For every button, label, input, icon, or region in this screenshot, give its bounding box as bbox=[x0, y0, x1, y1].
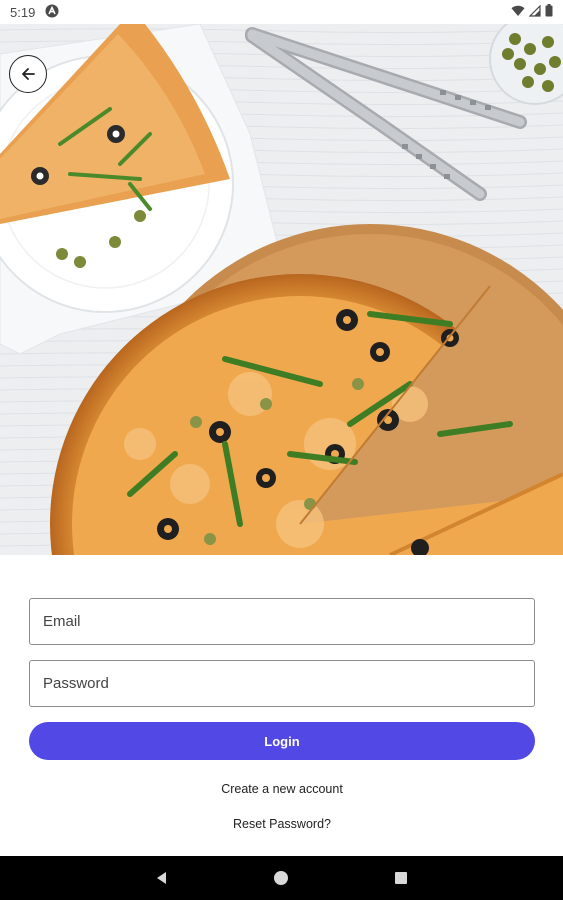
status-bar: 5:19 bbox=[0, 0, 563, 24]
system-nav-bar bbox=[0, 856, 563, 900]
login-button[interactable]: Login bbox=[29, 722, 535, 760]
password-field[interactable] bbox=[29, 660, 535, 707]
arrow-left-icon bbox=[20, 66, 36, 82]
battery-icon bbox=[545, 4, 553, 20]
recents-square-icon[interactable] bbox=[392, 869, 410, 887]
email-field[interactable] bbox=[29, 598, 535, 645]
password-input[interactable] bbox=[43, 675, 521, 692]
create-account-link[interactable]: Create a new account bbox=[29, 782, 535, 796]
notification-icon bbox=[45, 4, 59, 21]
pizza-photo bbox=[0, 24, 563, 555]
signal-icon bbox=[528, 4, 541, 20]
login-form: Login Create a new account Reset Passwor… bbox=[29, 598, 535, 831]
email-input[interactable] bbox=[43, 613, 521, 630]
status-time: 5:19 bbox=[10, 4, 36, 20]
login-screen: 5:19 Email Login Create a new account Re… bbox=[0, 0, 563, 900]
home-circle-icon[interactable] bbox=[272, 869, 290, 887]
wifi-icon bbox=[511, 5, 525, 20]
reset-password-link[interactable]: Reset Password? bbox=[29, 817, 535, 831]
back-triangle-icon[interactable] bbox=[153, 869, 171, 887]
back-button[interactable] bbox=[9, 55, 47, 93]
